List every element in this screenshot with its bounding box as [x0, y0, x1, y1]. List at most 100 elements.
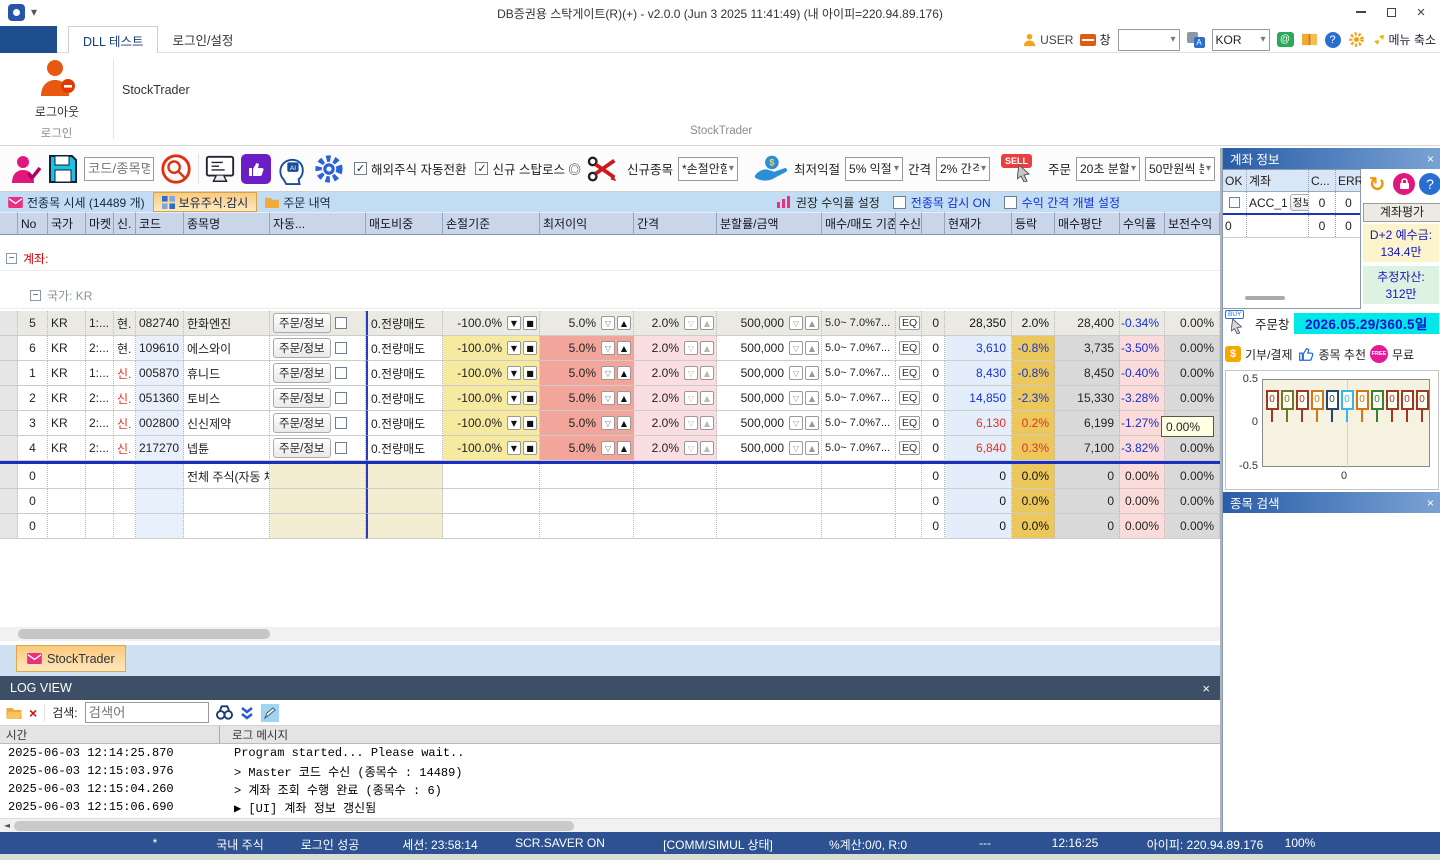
tab-all-quotes[interactable]: 전종목 시세 (14489 개): [0, 192, 153, 212]
spin-up-icon[interactable]: ■: [523, 391, 537, 405]
account-info-button[interactable]: 정보: [1290, 194, 1309, 211]
account-col-err[interactable]: ERR: [1336, 170, 1361, 191]
log-row[interactable]: 2025-06-03 12:15:06.690▶ [UI] 계좌 정보 갱신됨: [0, 798, 1220, 816]
col-header-yld[interactable]: 수익률: [1120, 212, 1165, 235]
group-row-account[interactable]: − 계좌:: [0, 247, 1220, 271]
auto-checkbox[interactable]: [335, 392, 347, 404]
account-col-ok[interactable]: OK: [1223, 170, 1247, 191]
donate-button[interactable]: 기부/결제: [1245, 346, 1293, 363]
close-icon[interactable]: ×: [1427, 496, 1434, 510]
spin-down-icon[interactable]: ▽: [601, 316, 615, 330]
account-row[interactable]: ACC_1정보 0 0: [1223, 192, 1360, 215]
spin-up-icon[interactable]: ▲: [700, 416, 714, 430]
spin-down-icon[interactable]: ▼: [507, 366, 521, 380]
window-select[interactable]: ▾: [1118, 29, 1180, 51]
spin-down-icon[interactable]: ▽: [789, 316, 803, 330]
spin-up-icon[interactable]: ▲: [617, 316, 631, 330]
lock-icon[interactable]: [1393, 173, 1415, 195]
auto-checkbox[interactable]: [335, 442, 347, 454]
money-hand-icon[interactable]: $: [751, 153, 789, 185]
auto-checkbox[interactable]: [335, 342, 347, 354]
overseas-auto-checkbox[interactable]: ✓ 해외주식 자동전환: [354, 159, 466, 178]
account-evaluate-button[interactable]: 계좌평가: [1363, 203, 1440, 222]
search-icon[interactable]: [159, 152, 193, 186]
file-button[interactable]: [0, 26, 57, 53]
new-stock-select[interactable]: *손절안함▾: [678, 157, 738, 181]
spin-down-icon[interactable]: ▼: [507, 341, 521, 355]
new-stoploss-checkbox[interactable]: ✓ 신규 스탑로스 ◎: [475, 159, 580, 178]
spin-down-icon[interactable]: ▽: [789, 341, 803, 355]
summary-row[interactable]: 0전체 주식(자동 체크 권장)000.0%00.00%0.00%: [0, 464, 1220, 489]
contact-icon[interactable]: @: [1277, 32, 1294, 47]
spin-up-icon[interactable]: ▲: [617, 391, 631, 405]
stocktrader-item[interactable]: StockTrader: [122, 83, 190, 97]
order-time-select[interactable]: 20초 분할▾: [1076, 157, 1140, 181]
spin-up-icon[interactable]: ■: [523, 441, 537, 455]
user-button[interactable]: USER: [1022, 32, 1073, 47]
close-icon[interactable]: ×: [1202, 681, 1210, 696]
col-header-price[interactable]: 현재가: [945, 212, 1012, 235]
col-header-code[interactable]: 코드: [136, 212, 184, 235]
spin-down-icon[interactable]: ▼: [507, 391, 521, 405]
spin-up-icon[interactable]: ■: [523, 366, 537, 380]
spin-down-icon[interactable]: ▽: [601, 341, 615, 355]
spin-up-icon[interactable]: ▲: [805, 366, 819, 380]
spin-up-icon[interactable]: ■: [523, 316, 537, 330]
recommend-button[interactable]: 종목 추천: [1319, 346, 1367, 363]
col-header-amount[interactable]: 분할률/금액: [717, 212, 822, 235]
spin-down-icon[interactable]: ▽: [601, 391, 615, 405]
recommend-settings-button[interactable]: 권장 수익률 설정: [796, 194, 880, 211]
auto-checkbox[interactable]: [335, 317, 347, 329]
spin-down-icon[interactable]: ▽: [789, 391, 803, 405]
language-select[interactable]: KOR▾: [1212, 29, 1270, 51]
log-row[interactable]: 2025-06-03 12:15:03.976> Master 코드 수신 (종…: [0, 762, 1220, 780]
col-header-rowhead[interactable]: [0, 212, 18, 235]
col-header-recv[interactable]: 수신: [896, 212, 922, 235]
table-row[interactable]: 6KR2:...현.109610에스와이주문/정보0.전량매도-100.0%▼■…: [0, 336, 1220, 361]
auto-checkbox[interactable]: [335, 417, 347, 429]
spin-up-icon[interactable]: ▲: [805, 316, 819, 330]
code-search-input[interactable]: [84, 157, 154, 181]
individual-gap-checkbox[interactable]: [1004, 196, 1017, 209]
spin-up-icon[interactable]: ▲: [805, 391, 819, 405]
spin-up-icon[interactable]: ▲: [700, 441, 714, 455]
table-row[interactable]: 3KR2:...신.002800신신제약주문/정보0.전량매도-100.0%▼■…: [0, 411, 1220, 436]
account-col-c[interactable]: C...: [1309, 170, 1336, 191]
col-header-method[interactable]: 매도비중: [366, 212, 443, 235]
spin-down-icon[interactable]: ▽: [789, 366, 803, 380]
log-horizontal-scrollbar[interactable]: ◄: [0, 818, 1220, 832]
tab-order-history[interactable]: 주문 내역: [257, 192, 339, 212]
tab-holdings-watch[interactable]: 보유주식.감시: [153, 192, 258, 212]
tab-stocktrader[interactable]: StockTrader: [16, 645, 126, 672]
spin-down-icon[interactable]: ▽: [684, 366, 698, 380]
table-row[interactable]: 5KR1:...현.082740한화엔진주문/정보0.전량매도-100.0%▼■…: [0, 311, 1220, 336]
log-col-message[interactable]: 로그 메시지: [220, 726, 288, 743]
spin-up-icon[interactable]: ▲: [700, 391, 714, 405]
spin-up-icon[interactable]: ▲: [700, 316, 714, 330]
col-header-ratio[interactable]: 손절기준: [443, 212, 540, 235]
spin-up-icon[interactable]: ▲: [805, 341, 819, 355]
log-search-input[interactable]: [85, 702, 209, 723]
log-row[interactable]: 2025-06-03 12:14:25.870Program started..…: [0, 744, 1220, 762]
col-header-nw[interactable]: 신.: [114, 212, 136, 235]
menu-collapse-button[interactable]: 메뉴 축소: [1372, 31, 1437, 48]
ai-brain-icon[interactable]: AI: [276, 153, 308, 185]
open-folder-icon[interactable]: [6, 706, 22, 719]
col-header-change[interactable]: 등락: [1012, 212, 1055, 235]
table-row[interactable]: 1KR1:...신.005870휴니드주문/정보0.전량매도-100.0%▼■5…: [0, 361, 1220, 386]
order-info-button[interactable]: 주문/정보: [273, 388, 331, 408]
table-row[interactable]: 2KR2:...신.051360토비스주문/정보0.전량매도-100.0%▼■5…: [0, 386, 1220, 411]
order-info-button[interactable]: 주문/정보: [273, 313, 331, 333]
col-header-profit[interactable]: 보전수익: [1165, 212, 1220, 235]
col-header-avg[interactable]: 매수평단: [1055, 212, 1120, 235]
col-header-country[interactable]: 국가: [48, 212, 86, 235]
grid-horizontal-scrollbar[interactable]: [0, 627, 1220, 641]
window-menu-button[interactable]: 창: [1080, 31, 1110, 48]
spin-down-icon[interactable]: ▽: [789, 416, 803, 430]
col-header-gap[interactable]: 간격: [634, 212, 717, 235]
gap-select[interactable]: 2% 간격▾: [936, 157, 990, 181]
monitor-icon[interactable]: [204, 153, 236, 185]
spin-down-icon[interactable]: ▽: [789, 441, 803, 455]
spin-down-icon[interactable]: ▼: [507, 441, 521, 455]
refresh-icon[interactable]: ↻: [1365, 172, 1389, 196]
